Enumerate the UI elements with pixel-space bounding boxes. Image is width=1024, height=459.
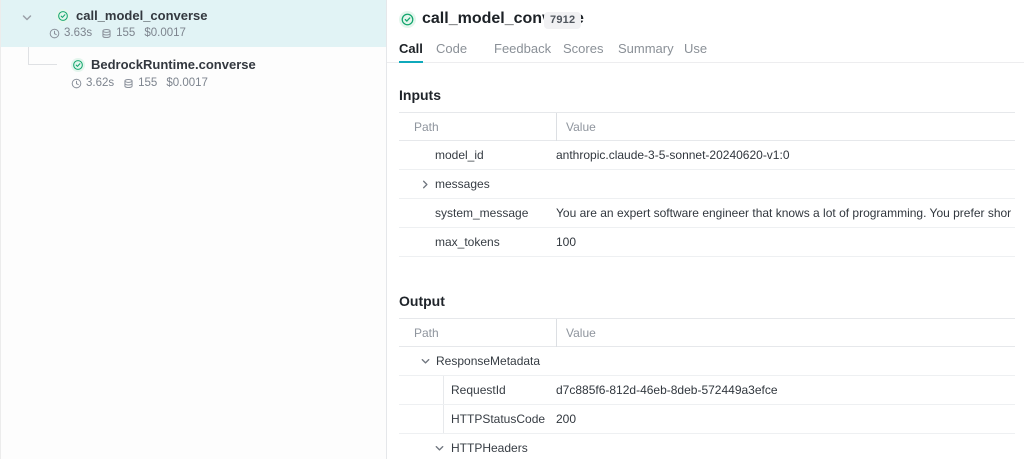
table-row[interactable]: ResponseMetadata bbox=[399, 347, 1015, 376]
path-column-header: Path bbox=[414, 326, 439, 340]
row-path: HTTPStatusCode bbox=[451, 412, 545, 426]
tab-use[interactable]: Use bbox=[684, 38, 707, 63]
value-column-header: Value bbox=[566, 326, 596, 340]
tab-scores[interactable]: Scores bbox=[563, 38, 603, 63]
table-row[interactable]: messages bbox=[399, 170, 1015, 199]
tokens-value: 155 bbox=[138, 77, 157, 89]
duration-clock-icon bbox=[49, 28, 60, 39]
trace-tree-sidebar: call_model_converse 3.63s 155 $0.0017 bbox=[1, 0, 387, 459]
output-table-header: Path Value bbox=[399, 319, 1015, 347]
inputs-table: Path Value model_id anthropic.claude-3-5… bbox=[399, 112, 1015, 257]
indent-guide-line bbox=[443, 405, 444, 433]
row-path: HTTPHeaders bbox=[451, 441, 528, 455]
row-path: RequestId bbox=[451, 383, 506, 397]
tokens-icon bbox=[123, 78, 134, 89]
trace-detail-view: call_model_converse 3.63s 155 $0.0017 bbox=[0, 0, 1024, 459]
call-tab-bar: Call Code Feedback Scores Summary Use bbox=[387, 38, 1024, 63]
cost-value: $0.0017 bbox=[144, 27, 186, 39]
trace-tree-node-child[interactable]: BedrockRuntime.converse 3.62s 155 $0.001… bbox=[1, 52, 386, 96]
tokens-icon bbox=[101, 28, 112, 39]
tab-feedback[interactable]: Feedback bbox=[494, 38, 551, 63]
chevron-down-icon[interactable] bbox=[433, 442, 446, 455]
path-column-header: Path bbox=[414, 120, 439, 134]
column-divider bbox=[556, 319, 557, 347]
table-row[interactable]: RequestId d7c885f6-812d-46eb-8deb-572449… bbox=[399, 376, 1015, 405]
duration-clock-icon bbox=[71, 78, 82, 89]
tokens-value: 155 bbox=[116, 27, 135, 39]
table-row[interactable]: max_tokens 100 bbox=[399, 228, 1015, 257]
inputs-table-header: Path Value bbox=[399, 113, 1015, 141]
chevron-down-icon[interactable] bbox=[20, 11, 34, 25]
row-value: 100 bbox=[556, 235, 1011, 249]
row-value: 200 bbox=[556, 412, 1011, 426]
row-value: anthropic.claude-3-5-sonnet-20240620-v1:… bbox=[556, 148, 1011, 162]
tab-call[interactable]: Call bbox=[399, 38, 423, 63]
trace-node-stats: 3.63s 155 $0.0017 bbox=[49, 27, 186, 39]
row-path: system_message bbox=[435, 206, 528, 220]
table-row[interactable]: system_message You are an expert softwar… bbox=[399, 199, 1015, 228]
success-status-icon bbox=[56, 9, 70, 23]
table-row[interactable]: model_id anthropic.claude-3-5-sonnet-202… bbox=[399, 141, 1015, 170]
trace-node-label: BedrockRuntime.converse bbox=[91, 57, 256, 73]
success-status-icon bbox=[399, 11, 416, 28]
table-row[interactable]: HTTPHeaders bbox=[399, 434, 1015, 459]
chevron-right-icon[interactable] bbox=[419, 178, 432, 191]
value-column-header: Value bbox=[566, 120, 596, 134]
cost-value: $0.0017 bbox=[166, 77, 208, 89]
trace-node-stats: 3.62s 155 $0.0017 bbox=[71, 77, 208, 89]
chevron-down-icon[interactable] bbox=[419, 355, 432, 368]
output-table: Path Value ResponseMetadata RequestId d7… bbox=[399, 318, 1015, 459]
row-path: max_tokens bbox=[435, 235, 500, 249]
trace-tree-node-root[interactable]: call_model_converse 3.63s 155 $0.0017 bbox=[1, 0, 386, 47]
duration-value: 3.62s bbox=[86, 77, 114, 89]
output-section-title: Output bbox=[399, 293, 445, 309]
row-value: d7c885f6-812d-46eb-8deb-572449a3efce bbox=[556, 383, 1011, 397]
table-row[interactable]: HTTPStatusCode 200 bbox=[399, 405, 1015, 434]
row-path: messages bbox=[435, 177, 490, 191]
row-value: You are an expert software engineer that… bbox=[556, 206, 1011, 220]
trace-node-label: call_model_converse bbox=[76, 8, 208, 24]
call-id-badge: 7912 bbox=[544, 12, 581, 29]
duration-value: 3.63s bbox=[64, 27, 92, 39]
indent-guide-line bbox=[443, 376, 444, 404]
tab-summary[interactable]: Summary bbox=[618, 38, 674, 63]
inputs-section-title: Inputs bbox=[399, 87, 441, 103]
success-status-icon bbox=[71, 58, 85, 72]
call-detail-panel: call_model_converse 7912 Call Code Feedb… bbox=[387, 0, 1024, 459]
tab-code[interactable]: Code bbox=[436, 38, 467, 63]
row-path: model_id bbox=[435, 148, 484, 162]
column-divider bbox=[556, 113, 557, 141]
call-header: call_model_converse 7912 bbox=[387, 0, 1024, 38]
row-path: ResponseMetadata bbox=[436, 354, 540, 368]
